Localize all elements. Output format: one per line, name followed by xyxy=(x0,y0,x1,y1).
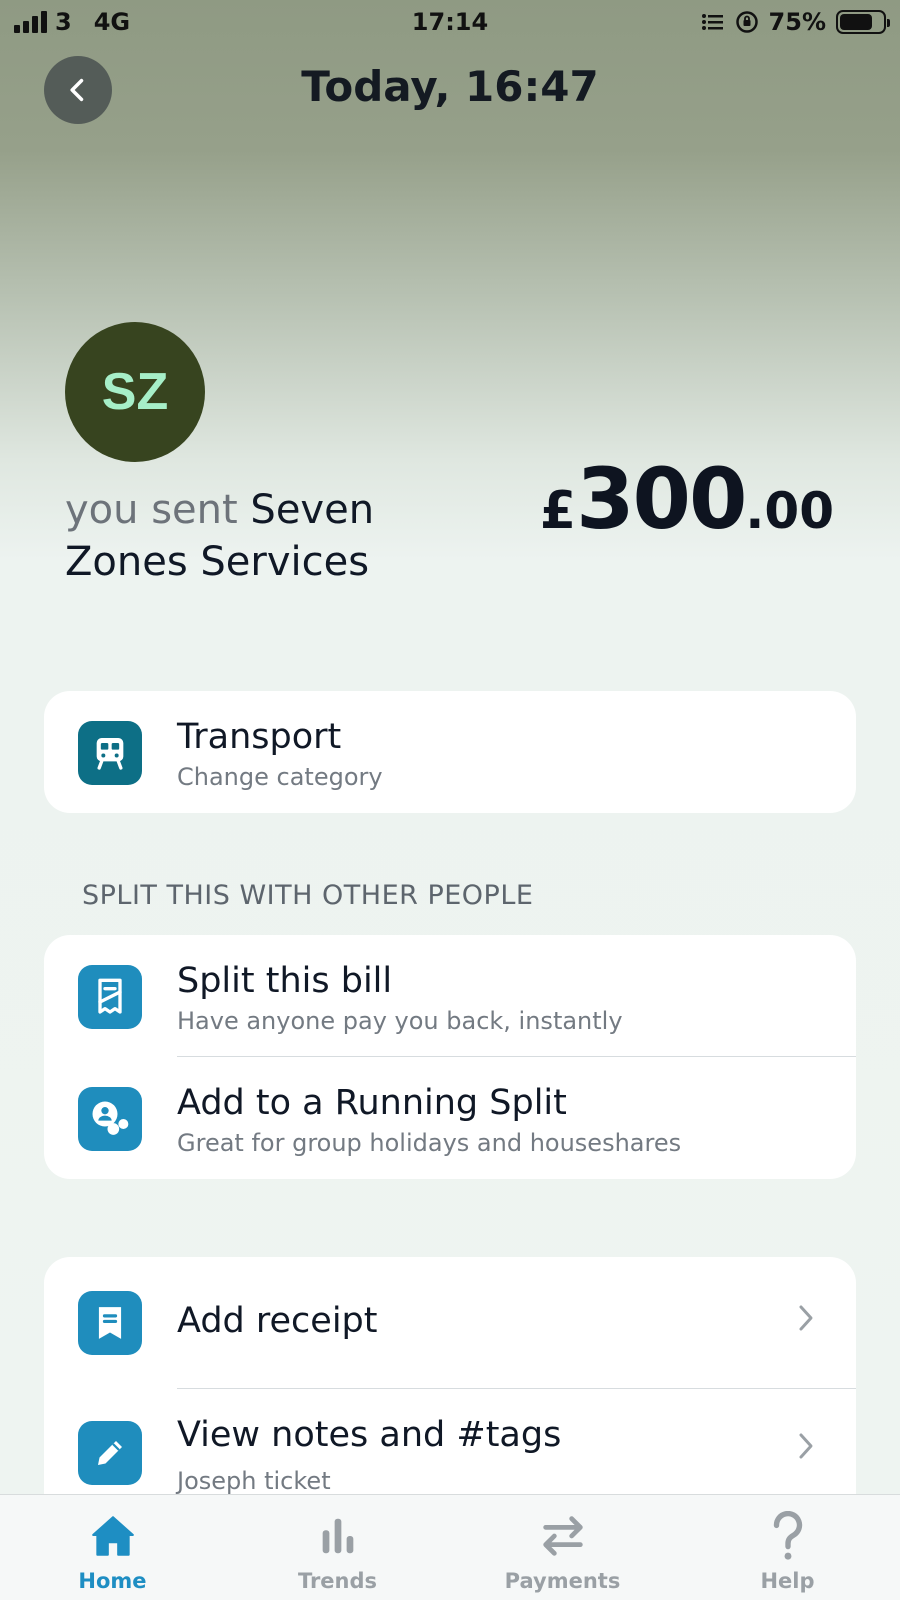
running-split-subtitle: Great for group holidays and houseshares xyxy=(177,1129,682,1157)
battery-percent: 75% xyxy=(768,8,826,36)
tab-bar: Home Trends Payments Help xyxy=(0,1494,900,1600)
transfer-arrows-icon xyxy=(536,1509,590,1563)
running-split-title: Add to a Running Split xyxy=(177,1083,567,1123)
bar-chart-icon xyxy=(311,1509,365,1563)
direction-label: you sent xyxy=(65,487,238,533)
tab-payments[interactable]: Payments xyxy=(450,1495,675,1600)
group-icon xyxy=(78,1087,142,1151)
amount-currency: £ xyxy=(539,481,577,541)
split-bill-title: Split this bill xyxy=(177,961,393,1001)
amount-minor: .00 xyxy=(745,482,834,540)
home-icon xyxy=(86,1509,140,1563)
tab-label: Trends xyxy=(297,1569,378,1593)
notes-title: View notes and #tags xyxy=(177,1415,562,1455)
train-icon xyxy=(78,721,142,785)
battery-level xyxy=(840,14,872,30)
category-card[interactable]: Transport Change category xyxy=(44,691,856,813)
split-bill-row[interactable]: Split this bill Have anyone pay you back… xyxy=(44,935,856,1057)
split-bill-subtitle: Have anyone pay you back, instantly xyxy=(177,1007,623,1035)
notes-subtitle: Joseph ticket xyxy=(177,1467,331,1495)
amount-major: 300 xyxy=(576,450,747,548)
tab-label: Home xyxy=(78,1569,147,1593)
receipt-icon xyxy=(78,1291,142,1355)
status-bar: 3 4G 17:14 75% xyxy=(0,0,900,46)
tab-trends[interactable]: Trends xyxy=(225,1495,450,1600)
chevron-right-icon xyxy=(799,1433,813,1459)
avatar-initials: SZ xyxy=(101,363,169,421)
running-split-row[interactable]: Add to a Running Split Great for group h… xyxy=(44,1057,856,1179)
list-icon xyxy=(701,14,723,30)
split-card: Split this bill Have anyone pay you back… xyxy=(44,935,856,1179)
battery-icon xyxy=(836,10,890,34)
transaction-amount: £ 300 .00 xyxy=(540,450,834,548)
pencil-icon xyxy=(78,1421,142,1485)
category-row[interactable]: Transport Change category xyxy=(44,691,856,813)
tab-label: Payments xyxy=(504,1569,621,1593)
avatar[interactable]: SZ xyxy=(65,322,205,462)
receipt-split-icon xyxy=(78,965,142,1029)
question-icon xyxy=(761,1509,815,1563)
split-section-label: SPLIT THIS WITH OTHER PEOPLE xyxy=(82,880,534,911)
tab-help[interactable]: Help xyxy=(675,1495,900,1600)
tab-home[interactable]: Home xyxy=(0,1495,225,1600)
chevron-right-icon xyxy=(799,1305,813,1331)
status-right: 75% xyxy=(701,8,890,36)
add-receipt-title: Add receipt xyxy=(177,1301,378,1341)
add-receipt-row[interactable]: Add receipt xyxy=(44,1257,856,1389)
tab-label: Help xyxy=(760,1569,815,1593)
category-subtitle[interactable]: Change category xyxy=(177,763,383,791)
transaction-description: you sent Seven Zones Services xyxy=(65,484,485,588)
orientation-lock-icon xyxy=(735,11,758,33)
page-title: Today, 16:47 xyxy=(301,62,599,111)
category-title: Transport xyxy=(177,717,342,757)
